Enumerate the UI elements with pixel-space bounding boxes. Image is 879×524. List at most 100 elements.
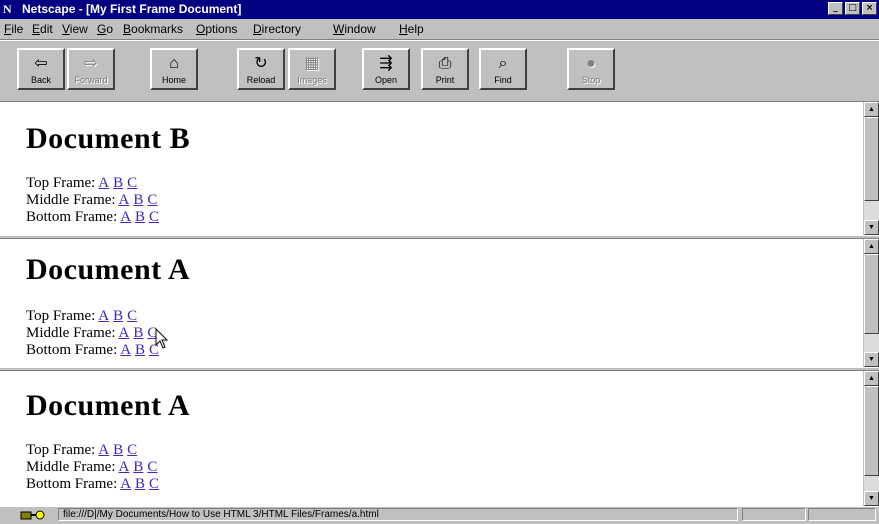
link-b[interactable]: B [133,192,143,208]
stop-label: Stop [581,75,601,85]
row-label: Top Frame: [26,175,96,191]
reload-button[interactable]: ↻ Reload [237,48,285,90]
top-frame: Document B Top Frame: ABC Middle Frame: … [0,102,879,235]
scroll-thumb[interactable] [864,117,879,201]
frame-row-top: Top Frame: ABC [26,308,141,325]
home-icon: ⌂ [169,55,179,72]
status-bar: file:///D|/My Documents/How to Use HTML … [0,506,879,522]
menu-file[interactable]: File [4,22,23,36]
menu-options[interactable]: Options [196,22,237,36]
find-button[interactable]: ⌕ Find [479,48,527,90]
netscape-n-icon: N [3,2,12,16]
link-c[interactable]: C [149,209,159,225]
middle-frame: Document A Top Frame: ABC Middle Frame: … [0,239,879,367]
link-a[interactable]: A [120,476,131,492]
status-text: file:///D|/My Documents/How to Use HTML … [58,508,738,521]
back-label: Back [30,75,51,85]
minimize-icon[interactable]: _ [828,2,843,15]
link-c[interactable]: C [147,325,157,341]
find-label: Find [494,75,512,85]
link-b[interactable]: B [113,175,123,191]
frame-heading: Document A [26,389,191,422]
forward-button[interactable]: ⇨ Forward [67,48,115,90]
link-b[interactable]: B [113,442,123,458]
scroll-thumb[interactable] [864,386,879,476]
menu-go[interactable]: Go [97,22,113,36]
link-a[interactable]: A [119,325,130,341]
link-c[interactable]: C [127,175,137,191]
vertical-scrollbar[interactable]: ▲ ▼ [863,239,879,367]
maximize-icon[interactable]: □ [845,2,860,15]
menu-directory[interactable]: Directory [253,22,301,36]
menu-edit[interactable]: Edit [32,22,53,36]
scroll-down-icon[interactable]: ▼ [864,220,879,235]
frame-row-middle: Middle Frame: ABC [26,325,161,342]
forward-arrow-icon: ⇨ [84,55,98,72]
link-a[interactable]: A [120,209,131,225]
open-icon: ⇶ [379,55,393,72]
vertical-scrollbar[interactable]: ▲ ▼ [863,371,879,506]
menu-bookmarks[interactable]: Bookmarks [123,22,183,36]
forward-label: Forward [74,75,108,85]
link-b[interactable]: B [113,308,123,324]
toolbar: ⇦ Back ⇨ Forward ⌂ Home ↻ Reload ▦ Image… [0,40,879,102]
vertical-scrollbar[interactable]: ▲ ▼ [863,102,879,235]
home-label: Home [161,75,186,85]
row-label: Middle Frame: [26,325,116,341]
menu-view[interactable]: View [62,22,88,36]
frame-row-top: Top Frame: ABC [26,175,141,192]
scroll-up-icon[interactable]: ▲ [864,239,879,254]
status-cell [808,508,876,521]
scroll-down-icon[interactable]: ▼ [864,352,879,367]
row-label: Bottom Frame: [26,476,118,492]
title-bar[interactable]: N Netscape - [My First Frame Document] _… [0,0,879,19]
row-label: Top Frame: [26,442,96,458]
reload-label: Reload [246,75,276,85]
link-a[interactable]: A [98,308,109,324]
link-a[interactable]: A [119,192,130,208]
print-button[interactable]: ⎙ Print [421,48,469,90]
scroll-down-icon[interactable]: ▼ [864,491,879,506]
frame-heading: Document B [26,122,191,155]
link-c[interactable]: C [147,459,157,475]
scroll-up-icon[interactable]: ▲ [864,371,879,386]
row-label: Bottom Frame: [26,209,118,225]
open-label: Open [374,75,398,85]
scroll-up-icon[interactable]: ▲ [864,102,879,117]
link-b[interactable]: B [135,342,145,358]
link-b[interactable]: B [133,459,143,475]
link-a[interactable]: A [98,442,109,458]
window-title: Netscape - [My First Frame Document] [22,2,242,16]
link-a[interactable]: A [120,342,131,358]
frame-row-bottom: Bottom Frame: ABC [26,476,163,493]
scroll-thumb[interactable] [864,254,879,334]
home-button[interactable]: ⌂ Home [150,48,198,90]
menu-window[interactable]: Window [333,22,376,36]
back-button[interactable]: ⇦ Back [17,48,65,90]
images-button[interactable]: ▦ Images [288,48,336,90]
open-button[interactable]: ⇶ Open [362,48,410,90]
status-progress [742,508,806,521]
frame-row-middle: Middle Frame: ABC [26,459,161,476]
reload-icon: ↻ [254,55,268,72]
link-b[interactable]: B [135,209,145,225]
link-c[interactable]: C [147,192,157,208]
link-b[interactable]: B [135,476,145,492]
menu-help[interactable]: Help [399,22,424,36]
menu-bar: File Edit View Go Bookmarks Options Dire… [0,19,879,40]
stop-icon: ● [586,55,596,72]
link-c[interactable]: C [127,442,137,458]
images-icon: ▦ [304,55,320,72]
bottom-frame: Document A Top Frame: ABC Middle Frame: … [0,371,879,506]
link-c[interactable]: C [127,308,137,324]
back-arrow-icon: ⇦ [34,55,48,72]
close-icon[interactable]: × [862,2,877,15]
link-a[interactable]: A [119,459,130,475]
link-a[interactable]: A [98,175,109,191]
link-c[interactable]: C [149,476,159,492]
stop-button[interactable]: ● Stop [567,48,615,90]
link-b[interactable]: B [133,325,143,341]
row-label: Middle Frame: [26,192,116,208]
link-c[interactable]: C [149,342,159,358]
window-controls: _ □ × [828,2,877,15]
